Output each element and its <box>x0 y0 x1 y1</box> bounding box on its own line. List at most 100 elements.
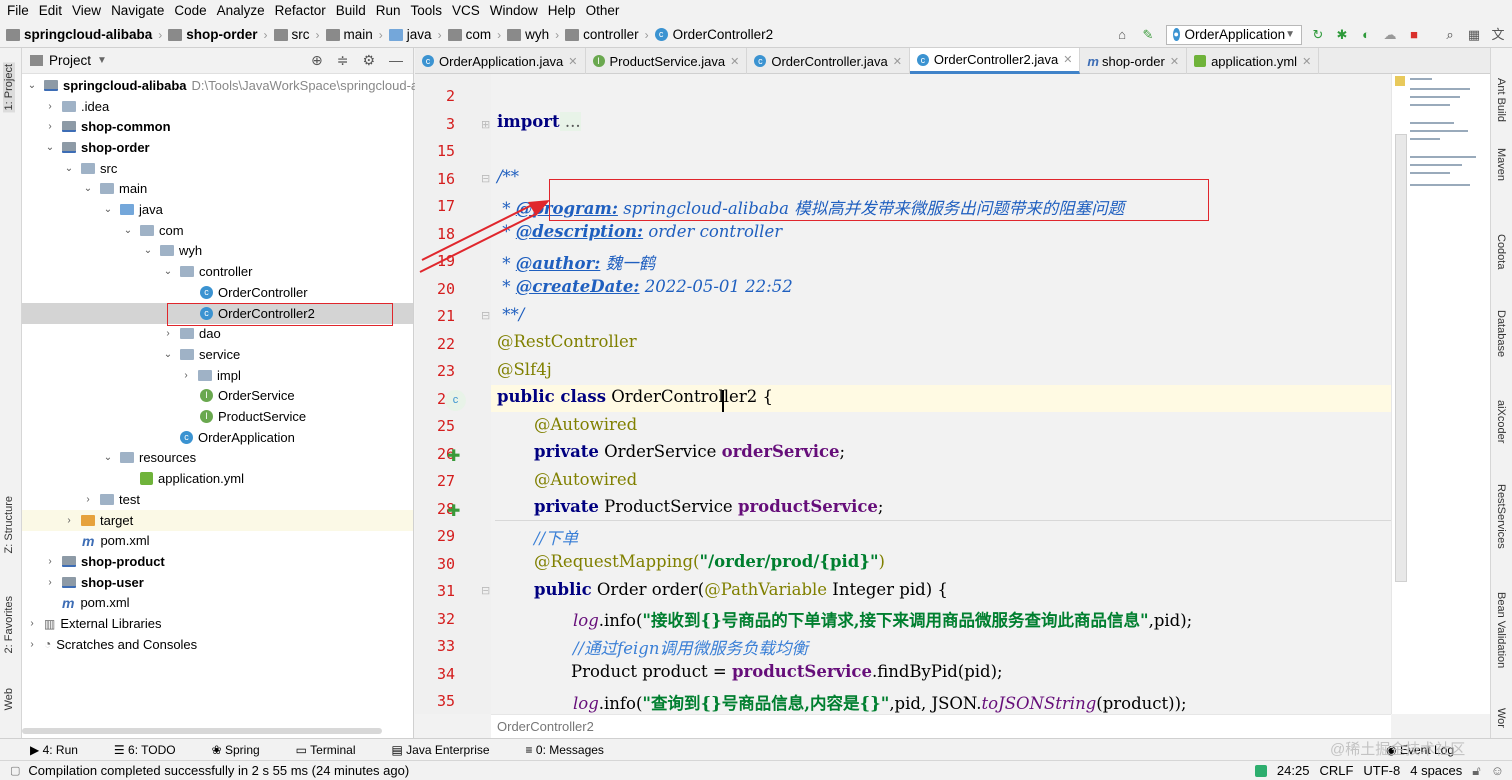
tab-application-yml[interactable]: application.yml ✕ <box>1187 48 1320 74</box>
close-icon[interactable]: ✕ <box>893 55 902 68</box>
tree-item-pom-order[interactable]: m pom.xml <box>82 530 150 551</box>
tree-item-shop-product[interactable]: › shop-product <box>44 551 164 572</box>
breadcrumb-item[interactable]: wyh › <box>501 27 559 42</box>
tab-structure[interactable]: Z: Structure <box>3 496 15 553</box>
breadcrumb-item[interactable]: springcloud-alibaba › <box>0 27 162 42</box>
tab-ordercontroller2[interactable]: c OrderController2.java ✕ <box>909 48 1081 74</box>
code-editor[interactable]: import ... /** * @program: springcloud-a… <box>491 74 1391 714</box>
tree-item-shop-user[interactable]: › shop-user <box>44 572 144 593</box>
editor-breadcrumb[interactable]: OrderController2 <box>491 714 1391 738</box>
tree-item-shop-order[interactable]: ⌄ shop-order <box>44 137 150 158</box>
tree-item-application-yml[interactable]: application.yml <box>140 468 244 489</box>
lock-icon[interactable]: 🔓︎ <box>1472 763 1480 779</box>
coverage-icon[interactable]: ◐ <box>1358 27 1374 43</box>
profile-icon[interactable]: ☁ <box>1382 27 1398 43</box>
tree-item-pom-root[interactable]: m pom.xml <box>62 593 130 614</box>
locate-icon[interactable]: ⊕ <box>311 52 323 69</box>
search-icon[interactable]: ⌕ <box>1442 27 1458 43</box>
close-icon[interactable]: ✕ <box>730 55 739 68</box>
tab-productservice[interactable]: I ProductService.java ✕ <box>586 48 748 74</box>
tree-item-target[interactable]: › target <box>63 510 133 531</box>
tool-terminal[interactable]: ▭ Terminal <box>296 743 374 757</box>
tab-shop-order[interactable]: m shop-order ✕ <box>1080 48 1188 74</box>
tab-orderapplication[interactable]: c OrderApplication.java ✕ <box>415 48 586 74</box>
tree-item-com[interactable]: ⌄ com <box>122 220 184 241</box>
breadcrumb-item[interactable]: controller › <box>559 27 649 42</box>
menu-other[interactable]: Other <box>581 0 625 22</box>
tab-bean-validation[interactable]: Bean Validation <box>1495 592 1507 668</box>
breadcrumb-item[interactable]: main › <box>320 27 383 42</box>
indent-setting[interactable]: 4 spaces <box>1410 763 1462 778</box>
navigate-to-bean-icon[interactable]: ✚ <box>447 446 460 466</box>
inspector-icon[interactable]: ☺ <box>1491 763 1504 778</box>
chevron-down-icon[interactable]: ▼ <box>97 55 107 66</box>
menu-refactor[interactable]: Refactor <box>270 0 331 22</box>
translate-icon[interactable]: 文 <box>1490 27 1506 43</box>
minimize-icon[interactable]: — <box>389 52 403 69</box>
tab-database[interactable]: Database <box>1495 310 1507 357</box>
tree-item-java[interactable]: ⌄ java <box>102 199 163 220</box>
tree-item-scratches[interactable]: › ◔ Scratches and Consoles <box>26 634 197 655</box>
menu-run[interactable]: Run <box>371 0 406 22</box>
build-icon[interactable]: ⌂ <box>1114 27 1130 43</box>
folded-imports[interactable]: ... <box>559 112 581 131</box>
tab-aixcoder[interactable]: aiXcoder <box>1495 400 1507 443</box>
tree-item-dao[interactable]: › dao <box>162 323 220 344</box>
tree-item-resources[interactable]: ⌄ resources <box>102 448 196 469</box>
run-config-select[interactable]: ● OrderApplication ▼ <box>1166 24 1302 45</box>
menu-code[interactable]: Code <box>169 0 211 22</box>
hammer-icon[interactable]: ✎ <box>1140 27 1156 43</box>
fold-icon[interactable]: ⊟ <box>481 309 490 322</box>
editor-scrollbar[interactable] <box>1391 74 1490 714</box>
caret-position[interactable]: 24:25 <box>1277 763 1310 778</box>
menu-edit[interactable]: Edit <box>34 0 67 22</box>
breadcrumb-item[interactable]: src › <box>268 27 320 42</box>
tree-item-test[interactable]: › test <box>82 489 140 510</box>
menu-build[interactable]: Build <box>331 0 371 22</box>
tab-codota[interactable]: Codota <box>1495 234 1507 269</box>
menu-analyze[interactable]: Analyze <box>212 0 270 22</box>
tool-run[interactable]: ▶ 4: Run <box>30 743 96 757</box>
rerun-icon[interactable]: ↻ <box>1310 27 1326 43</box>
tree-item-idea[interactable]: › .idea <box>44 96 109 117</box>
status-message[interactable]: Compilation completed successfully in 2 … <box>28 763 409 778</box>
spring-bean-gutter-icon[interactable]: c <box>445 390 466 411</box>
breadcrumb-item[interactable]: com › <box>442 27 501 42</box>
tool-spring[interactable]: ❀ Spring <box>212 743 278 757</box>
menu-file[interactable]: File <box>2 0 34 22</box>
codota-status-icon[interactable] <box>1254 764 1267 777</box>
tab-project[interactable]: 1: Project <box>3 62 15 113</box>
horizontal-scrollbar[interactable] <box>22 728 382 734</box>
project-panel-title[interactable]: Project <box>49 53 91 68</box>
tab-maven[interactable]: Maven <box>1495 148 1507 181</box>
tab-web[interactable]: Web <box>3 688 15 710</box>
close-icon[interactable]: ✕ <box>1302 55 1311 68</box>
scroll-thumb[interactable] <box>1395 134 1407 582</box>
tab-restservices[interactable]: RestServices <box>1495 484 1507 549</box>
tree-item-wyh[interactable]: ⌄ wyh <box>142 241 202 262</box>
tool-messages[interactable]: ≡ 0: Messages <box>526 743 622 757</box>
tree-item-orderservice[interactable]: I OrderService <box>200 386 295 407</box>
tree-item-shop-common[interactable]: › shop-common <box>44 116 170 137</box>
tab-favorites[interactable]: 2: Favorites <box>3 596 15 653</box>
tab-ant-build[interactable]: Ant Build <box>1495 78 1507 122</box>
menu-help[interactable]: Help <box>543 0 581 22</box>
menu-window[interactable]: Window <box>485 0 543 22</box>
menu-navigate[interactable]: Navigate <box>106 0 169 22</box>
tree-item-impl[interactable]: › impl <box>180 365 241 386</box>
gear-icon[interactable]: ⚙ <box>362 52 375 69</box>
tree-item-external-libraries[interactable]: › ▥ External Libraries <box>26 613 161 634</box>
menu-vcs[interactable]: VCS <box>447 0 485 22</box>
debug-icon[interactable]: ✱ <box>1334 27 1350 43</box>
breadcrumb-item[interactable]: shop-order › <box>162 27 268 42</box>
menu-view[interactable]: View <box>67 0 106 22</box>
tab-ordercontroller[interactable]: c OrderController.java ✕ <box>747 48 910 74</box>
close-icon[interactable]: ✕ <box>1063 53 1072 66</box>
tree-item-src[interactable]: ⌄ src <box>63 158 118 179</box>
stop-icon[interactable]: ■ <box>1406 27 1422 43</box>
breadcrumb-item[interactable]: c OrderController2 <box>649 27 773 42</box>
project-structure-icon[interactable]: ▦ <box>1466 27 1482 43</box>
tree-item-productservice[interactable]: I ProductService <box>200 406 306 427</box>
tree-item-controller[interactable]: ⌄ controller <box>162 261 253 282</box>
breadcrumb-item[interactable]: java › <box>383 27 442 42</box>
